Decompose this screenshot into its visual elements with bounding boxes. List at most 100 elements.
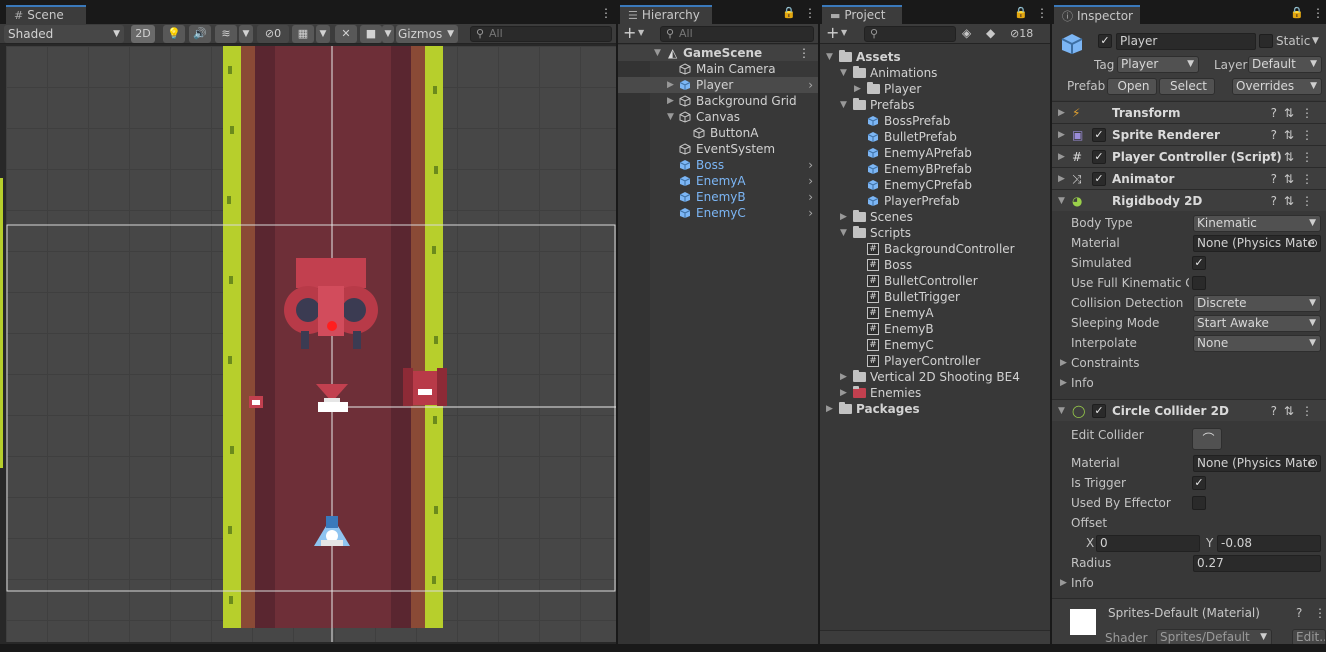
project-item[interactable]: ▼ Assets bbox=[820, 49, 1050, 65]
project-item[interactable]: EnemyAPrefab bbox=[820, 145, 1050, 161]
project-item[interactable]: BossPrefab bbox=[820, 113, 1050, 129]
component-header-icons[interactable]: ?⇅⋮ bbox=[1271, 146, 1320, 168]
inspector-menu-icon[interactable]: ⋮ bbox=[1312, 6, 1324, 20]
material-menu-icon[interactable]: ⋮ bbox=[1314, 606, 1326, 620]
component-header-icons[interactable]: ?⇅⋮ bbox=[1271, 400, 1320, 422]
player-controller-enabled-checkbox[interactable]: ✓ bbox=[1092, 150, 1106, 164]
object-picker-icon[interactable]: ⊙ bbox=[1308, 236, 1318, 251]
enemy-c-sprite[interactable] bbox=[403, 368, 447, 406]
project-item[interactable]: EnemyBPrefab bbox=[820, 161, 1050, 177]
project-item[interactable]: ▶ Vertical 2D Shooting BE4 bbox=[820, 369, 1050, 385]
lock-icon[interactable]: 🔒 bbox=[1290, 6, 1304, 19]
hierarchy-item[interactable]: ▼ Canvas bbox=[618, 109, 818, 125]
project-item[interactable]: EnemyCPrefab bbox=[820, 177, 1050, 193]
gizmos-dropdown[interactable]: Gizmos ▼ bbox=[396, 25, 458, 43]
add-dropdown-icon[interactable]: ▼ bbox=[638, 28, 644, 37]
audio-icon[interactable]: 🔊 bbox=[189, 25, 211, 43]
chevron-right-icon[interactable]: › bbox=[808, 77, 813, 93]
camera-dropdown-icon[interactable]: ▼ bbox=[382, 25, 394, 43]
hidden-objects-button[interactable]: ⊘0 bbox=[257, 25, 289, 43]
scene-viewport[interactable] bbox=[6, 46, 616, 642]
transform-component-header[interactable]: ▶ ⚡ Transform ?⇅⋮ bbox=[1052, 101, 1326, 123]
tab-project[interactable]: ▬ Project bbox=[822, 5, 902, 24]
interpolate-dropdown[interactable]: None ▼ bbox=[1193, 335, 1321, 352]
scene-menu-icon[interactable]: ⋮ bbox=[600, 6, 612, 20]
rb-info-row[interactable]: ▶ Info bbox=[1052, 373, 1326, 393]
is-trigger-checkbox[interactable]: ✓ bbox=[1192, 476, 1206, 490]
project-item[interactable]: # PlayerController bbox=[820, 353, 1050, 369]
static-dropdown-icon[interactable]: ▼ bbox=[1312, 36, 1319, 46]
full-kinematic-checkbox[interactable] bbox=[1192, 276, 1206, 290]
player-controller-component-header[interactable]: ▶ # ✓ Player Controller (Script) ?⇅⋮ bbox=[1052, 145, 1326, 167]
scene-row-menu-icon[interactable]: ⋮ bbox=[798, 45, 810, 61]
hierarchy-item-enemyb[interactable]: EnemyB › bbox=[618, 189, 818, 205]
camera-icon[interactable]: ■ bbox=[360, 25, 382, 43]
hierarchy-menu-icon[interactable]: ⋮ bbox=[804, 6, 816, 20]
hidden-packages-button[interactable]: ⊘18 bbox=[1010, 27, 1033, 40]
tab-hierarchy[interactable]: ☰ Hierarchy bbox=[620, 5, 712, 24]
hierarchy-item[interactable]: ButtonA bbox=[618, 125, 818, 141]
project-item[interactable]: BulletPrefab bbox=[820, 129, 1050, 145]
material-help-icon[interactable]: ? bbox=[1296, 606, 1302, 620]
component-header-icons[interactable]: ?⇅⋮ bbox=[1271, 190, 1320, 212]
chevron-right-icon[interactable]: › bbox=[808, 157, 813, 173]
enemy-a-sprite[interactable] bbox=[249, 396, 263, 408]
shading-dropdown[interactable]: Shaded ▼ bbox=[4, 25, 124, 43]
hierarchy-item[interactable]: EventSystem bbox=[618, 141, 818, 157]
rigidbody-component-header[interactable]: ▼ ◕ Rigidbody 2D ?⇅⋮ bbox=[1052, 189, 1326, 211]
radius-field[interactable]: 0.27 bbox=[1193, 555, 1321, 572]
offset-x-field[interactable]: 0 bbox=[1096, 535, 1200, 552]
project-item[interactable]: ▼ Animations bbox=[820, 65, 1050, 81]
project-item[interactable]: ▼ Scripts bbox=[820, 225, 1050, 241]
body-type-dropdown[interactable]: Kinematic ▼ bbox=[1193, 215, 1321, 232]
sprite-renderer-component-header[interactable]: ▶ ▣ ✓ Sprite Renderer ?⇅⋮ bbox=[1052, 123, 1326, 145]
rb-material-field[interactable]: None (Physics Mate ⊙ bbox=[1193, 235, 1321, 252]
hierarchy-item-enemya[interactable]: EnemyA › bbox=[618, 173, 818, 189]
component-header-icons[interactable]: ?⇅⋮ bbox=[1271, 102, 1320, 124]
scene-search-input[interactable]: ⚲ All bbox=[470, 26, 612, 42]
simulated-checkbox[interactable]: ✓ bbox=[1192, 256, 1206, 270]
project-item[interactable]: ▶ Enemies bbox=[820, 385, 1050, 401]
lighting-icon[interactable]: 💡 bbox=[163, 25, 185, 43]
circle-collider-enabled-checkbox[interactable]: ✓ bbox=[1092, 404, 1106, 418]
project-item[interactable]: # BulletController bbox=[820, 273, 1050, 289]
tab-scene[interactable]: # Scene bbox=[6, 5, 86, 24]
add-icon[interactable]: + bbox=[826, 24, 839, 42]
offset-y-field[interactable]: -0.08 bbox=[1217, 535, 1321, 552]
grid-dropdown-icon[interactable]: ▼ bbox=[316, 25, 330, 43]
open-prefab-button[interactable]: Open bbox=[1107, 78, 1157, 95]
tools-icon[interactable]: ✕ bbox=[335, 25, 357, 43]
layer-dropdown[interactable]: Default ▼ bbox=[1248, 56, 1322, 73]
project-item[interactable]: # EnemyB bbox=[820, 321, 1050, 337]
project-item[interactable]: ▶ Packages bbox=[820, 401, 1050, 417]
project-item[interactable]: # BackgroundController bbox=[820, 241, 1050, 257]
overrides-dropdown[interactable]: Overrides ▼ bbox=[1232, 78, 1322, 95]
search-by-type-icon[interactable]: ◈ bbox=[962, 26, 971, 40]
component-header-icons[interactable]: ?⇅⋮ bbox=[1271, 124, 1320, 146]
hierarchy-item[interactable]: Main Camera bbox=[618, 61, 818, 77]
tag-dropdown[interactable]: Player ▼ bbox=[1117, 56, 1199, 73]
2d-toggle-button[interactable]: 2D bbox=[131, 25, 155, 43]
used-by-effector-checkbox[interactable] bbox=[1192, 496, 1206, 510]
offset-x-label[interactable]: X bbox=[1086, 533, 1094, 553]
object-picker-icon[interactable]: ⊙ bbox=[1308, 456, 1318, 471]
hierarchy-item[interactable]: ▶ Background Grid bbox=[618, 93, 818, 109]
search-by-label-icon[interactable]: ◆ bbox=[986, 26, 995, 40]
object-name-field[interactable]: Player bbox=[1116, 33, 1256, 50]
edit-collider-button[interactable]: ⌒ bbox=[1192, 428, 1222, 450]
animator-component-header[interactable]: ▶ ⤨ ✓ Animator ?⇅⋮ bbox=[1052, 167, 1326, 189]
project-item[interactable]: ▶ Scenes bbox=[820, 209, 1050, 225]
select-prefab-button[interactable]: Select bbox=[1159, 78, 1215, 95]
chevron-right-icon[interactable]: › bbox=[808, 205, 813, 221]
effects-icon[interactable]: ≋ bbox=[215, 25, 237, 43]
lock-icon[interactable]: 🔒 bbox=[782, 6, 796, 19]
sleeping-mode-dropdown[interactable]: Start Awake ▼ bbox=[1193, 315, 1321, 332]
project-menu-icon[interactable]: ⋮ bbox=[1036, 6, 1048, 20]
project-item[interactable]: ▶ Player bbox=[820, 81, 1050, 97]
add-icon[interactable]: + bbox=[623, 24, 636, 42]
project-item[interactable]: ▼ Prefabs bbox=[820, 97, 1050, 113]
collider-info-row[interactable]: ▶ Info bbox=[1052, 573, 1326, 593]
hierarchy-item-boss[interactable]: Boss › bbox=[618, 157, 818, 173]
component-header-icons[interactable]: ?⇅⋮ bbox=[1271, 168, 1320, 190]
chevron-right-icon[interactable]: › bbox=[808, 173, 813, 189]
